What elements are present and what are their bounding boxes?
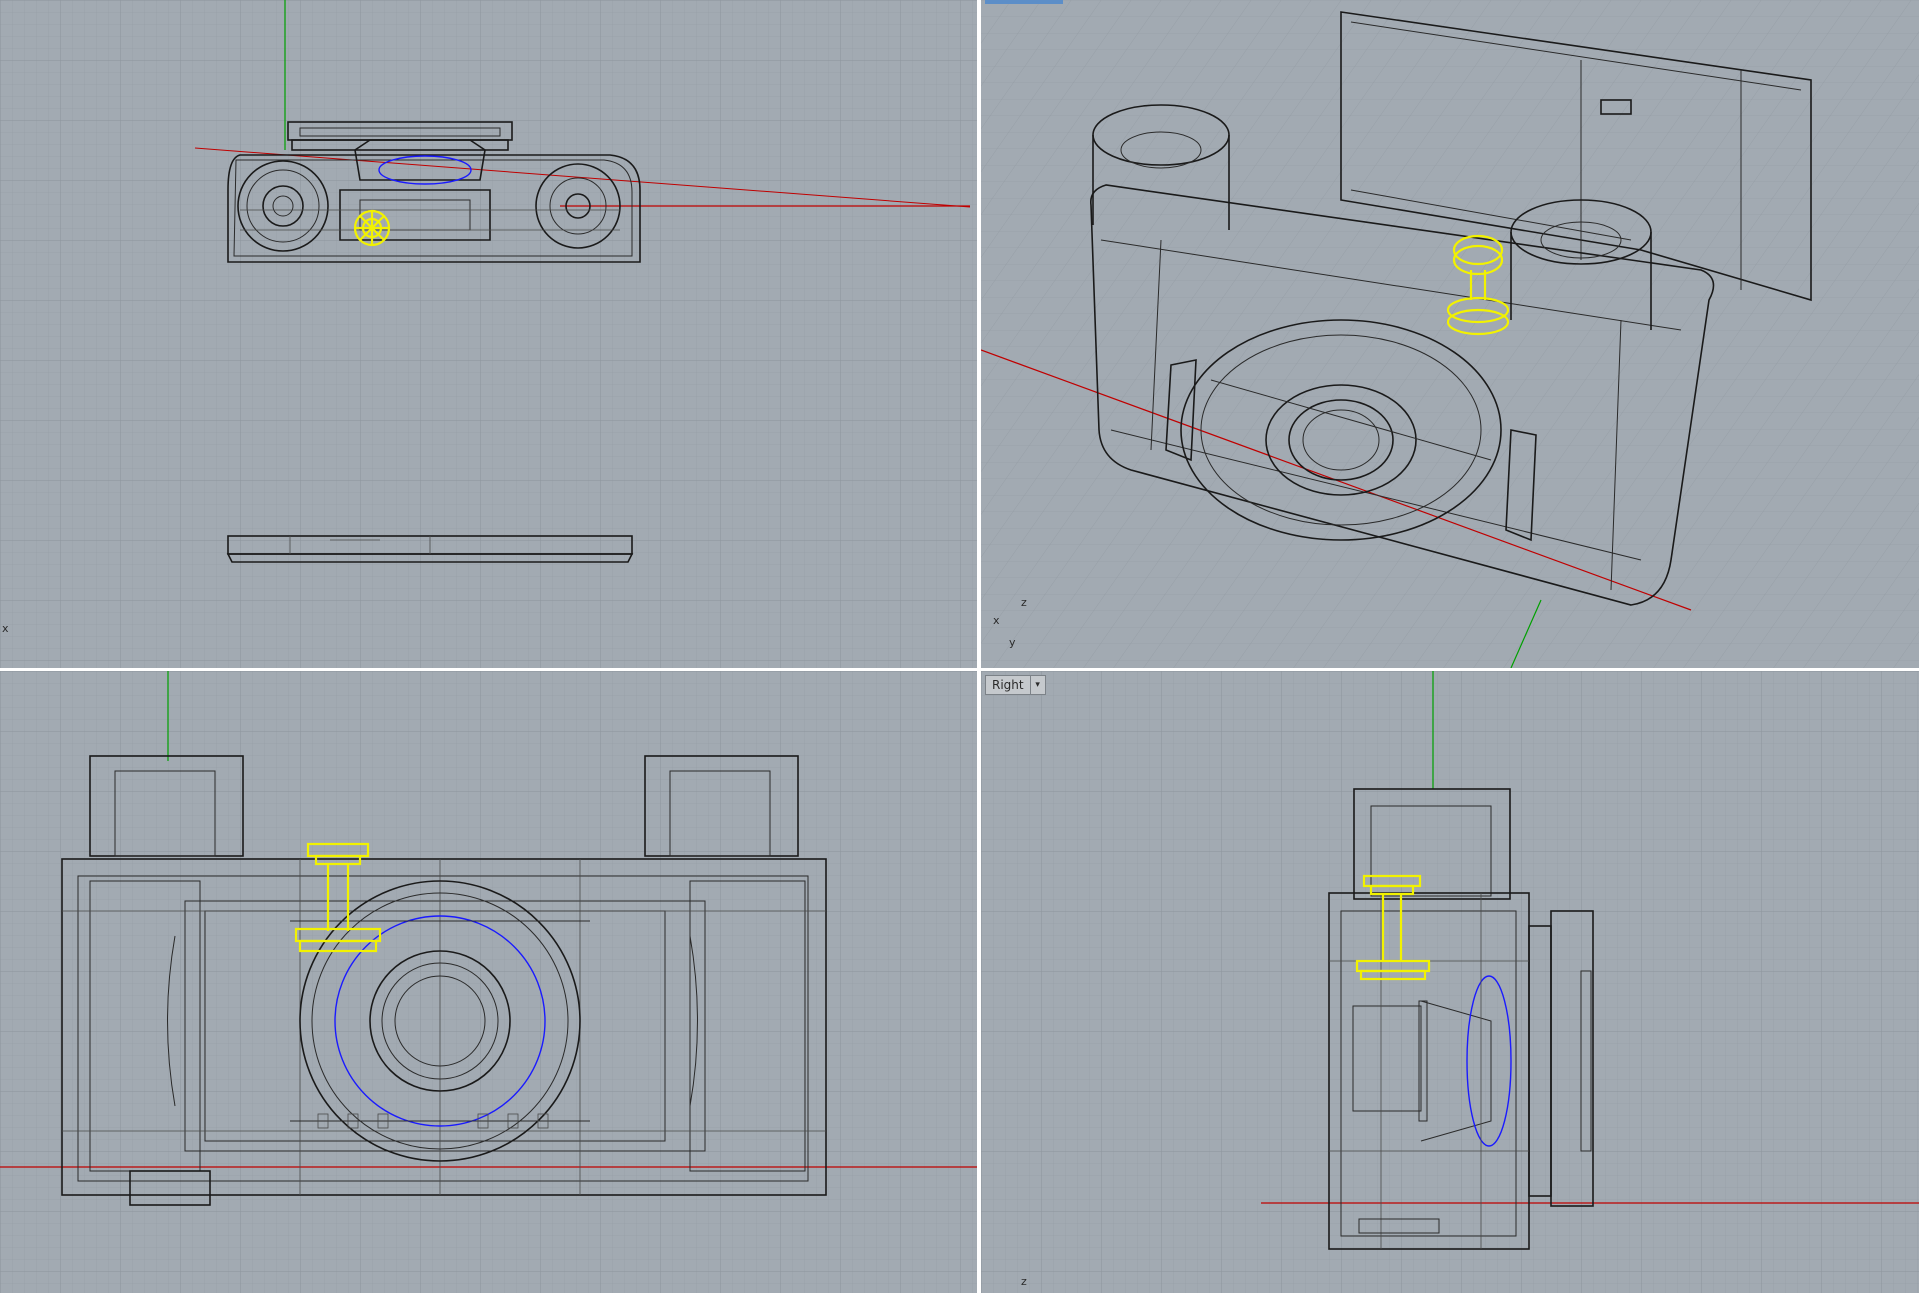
- viewport-right-label[interactable]: Right: [986, 676, 1030, 694]
- axis-label-z-right: z: [1021, 1275, 1027, 1288]
- viewport-perspective[interactable]: z x y: [981, 0, 1919, 668]
- axis-label-x: x: [2, 622, 9, 635]
- viewport-perspective-canvas[interactable]: [981, 0, 1919, 668]
- axis-label-x-persp: x: [993, 614, 1000, 627]
- active-viewport-indicator: [985, 0, 1063, 4]
- axis-label-z: z: [1021, 596, 1027, 609]
- viewport-right-title[interactable]: Right ▾: [985, 675, 1046, 695]
- viewport-right-canvas[interactable]: [981, 671, 1919, 1293]
- axis-label-y: y: [1009, 636, 1016, 649]
- selected-knob-top[interactable]: [353, 209, 391, 247]
- chevron-down-icon[interactable]: ▾: [1029, 676, 1045, 694]
- viewport-front-canvas[interactable]: [0, 671, 977, 1293]
- viewport-front[interactable]: [0, 671, 977, 1293]
- viewport-top[interactable]: x: [0, 0, 977, 668]
- viewport-top-canvas[interactable]: [0, 0, 977, 668]
- viewport-right[interactable]: Right ▾ z: [981, 671, 1919, 1293]
